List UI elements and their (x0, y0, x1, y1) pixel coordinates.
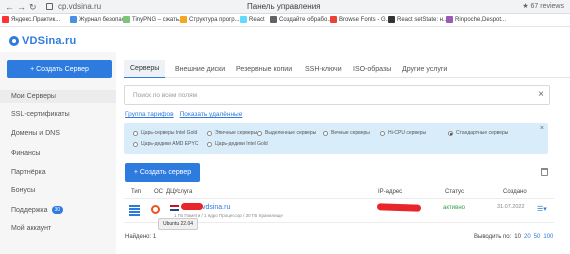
bookmark-favicon-icon (446, 16, 453, 23)
per-page-option-50[interactable]: 50 (534, 234, 541, 240)
tab-iso[interactable]: ISO-образы (347, 60, 397, 78)
radio-icon (133, 141, 138, 147)
support-count-badge: 30 (51, 206, 64, 214)
bookmark-fonts[interactable]: Browse Fonts - G... (330, 16, 391, 23)
column-header-ip: IP-адрес (378, 189, 403, 195)
filter-option-selected[interactable]: Стандартные серверы (448, 130, 508, 136)
bookmark-structure[interactable]: Структура прогр... (180, 16, 240, 23)
close-icon[interactable]: × (540, 125, 544, 132)
bookmark-favicon-icon (388, 16, 395, 23)
create-server-button[interactable]: + Создать сервер (125, 163, 200, 182)
per-page-option-10[interactable]: 10 (514, 234, 521, 240)
close-icon[interactable]: × (538, 90, 544, 100)
column-header-created: Создано (503, 189, 527, 195)
radio-icon (380, 130, 385, 136)
filter-option[interactable]: Эпичные серверы (207, 130, 257, 136)
radio-icon (323, 130, 328, 136)
bookmark-favicon-icon (70, 16, 77, 23)
tab-backups[interactable]: Резервные копии (230, 60, 298, 78)
filter-option[interactable]: Царь-дедики Intel Gold (207, 141, 268, 147)
radio-checked-icon (448, 130, 453, 136)
per-page-option-20[interactable]: 20 (524, 234, 531, 240)
sidebar-item-ssl[interactable]: SSL-сертификаты (11, 111, 70, 118)
bookmark-favicon-icon (2, 16, 9, 23)
address-bar[interactable]: cp.vdsina.ru (58, 2, 101, 11)
radio-icon (133, 130, 138, 136)
logo[interactable]: VDSina.ru (9, 35, 76, 47)
tab-other-services[interactable]: Другие услуги (396, 60, 453, 78)
bookmark-favicon-icon (240, 16, 247, 23)
flag-nl-icon (170, 205, 179, 211)
radio-icon (207, 141, 212, 147)
bookmark-favicon-icon (180, 16, 187, 23)
bookmark-react[interactable]: React (240, 16, 265, 23)
sidebar-item-my-servers[interactable]: Мои Серверы (0, 90, 116, 103)
forward-arrow-icon[interactable]: → (17, 2, 26, 12)
search-input[interactable]: Поиск по всем полям × (124, 85, 550, 105)
sidebar-item-partners[interactable]: Партнёрка (11, 169, 46, 176)
status-badge: активно (443, 205, 465, 211)
redaction-mark (376, 203, 422, 212)
radio-icon (207, 130, 212, 136)
column-header-service: Услуга (174, 189, 193, 195)
sidebar-item-account[interactable]: Мой аккаунт (11, 225, 51, 232)
filter-links: Группа тарифов Показать удалённые (125, 111, 248, 118)
page-title: Панель управления (247, 2, 321, 11)
created-date: 31.07.2022 (497, 204, 525, 210)
bookmark-react-setstate[interactable]: React setState: н... (388, 16, 448, 23)
row-menu-icon[interactable]: ☰▾ (537, 206, 547, 213)
show-deleted-link[interactable]: Показать удалённые (180, 111, 243, 118)
sidebar-item-finance[interactable]: Финансы (11, 150, 40, 157)
logo-mark-icon (9, 36, 19, 46)
bookmark-yandex[interactable]: Яндекс.Практик... (2, 16, 60, 23)
bookmark-favicon-icon (123, 16, 130, 23)
column-header-os: ОС (154, 189, 163, 195)
back-arrow-icon[interactable]: ← (5, 2, 14, 12)
browser-toolbar: ← → ↻ cp.vdsina.ru Панель управления ★ 6… (0, 0, 570, 14)
per-page-option-100[interactable]: 100 (543, 234, 553, 240)
lock-icon (46, 3, 53, 10)
filter-option[interactable]: Вечные серверы (323, 130, 370, 136)
server-name-link[interactable]: .vdsina.ru (200, 204, 230, 211)
tariff-filter-panel: × (124, 123, 548, 154)
server-icon (129, 205, 140, 216)
found-count: Найдено: 1 (125, 234, 157, 240)
sidebar-create-server-button[interactable]: + Создать Сервер (7, 60, 112, 78)
sidebar-item-domains[interactable]: Домены и DNS (11, 130, 60, 137)
extension-rating[interactable]: ★ 67 reviews (522, 2, 564, 10)
filter-option[interactable]: Hi-CPU серверы (380, 130, 426, 136)
filter-option[interactable]: Выделенные серверы (257, 130, 316, 136)
column-header-status: Статус (445, 189, 464, 195)
sidebar-item-bonuses[interactable]: Бонусы (11, 187, 35, 194)
section-tabs: Серверы Внешние диски Резервные копии SS… (124, 60, 570, 78)
bookmark-rinpoche[interactable]: Rinpoche,Despot... (446, 16, 506, 23)
bookmark-journal[interactable]: Журнал безопас... (70, 16, 130, 23)
tab-servers[interactable]: Серверы (124, 60, 166, 78)
os-tooltip: Ubuntu 22.04 (158, 218, 199, 230)
bookmarks-bar: Яндекс.Практик... Журнал безопас... Tiny… (0, 14, 570, 27)
radio-icon (257, 130, 262, 136)
sidebar-item-support[interactable]: Поддержка 30 (11, 206, 64, 214)
filter-option[interactable]: Царь-дедики AMD EPYC (133, 141, 198, 147)
trash-icon[interactable] (541, 168, 548, 176)
bookmark-tinypng[interactable]: TinyPNG – сжать... (123, 16, 184, 23)
filter-option[interactable]: Царь-серверы Intel Gold (133, 130, 197, 136)
per-page-selector: Выводить по: 10 20 50 100 (474, 234, 554, 240)
reload-icon[interactable]: ↻ (29, 2, 37, 12)
bookmark-favicon-icon (330, 16, 337, 23)
tariff-group-link[interactable]: Группа тарифов (125, 111, 174, 118)
ubuntu-icon (151, 205, 160, 214)
column-header-type: Тип (131, 189, 142, 195)
bookmark-create[interactable]: Создайте обрабо... (270, 16, 332, 23)
bookmark-favicon-icon (270, 16, 277, 23)
redaction-mark (181, 203, 203, 210)
tab-external-disks[interactable]: Внешние диски (169, 60, 231, 78)
tab-ssh-keys[interactable]: SSH-ключи (299, 60, 348, 78)
